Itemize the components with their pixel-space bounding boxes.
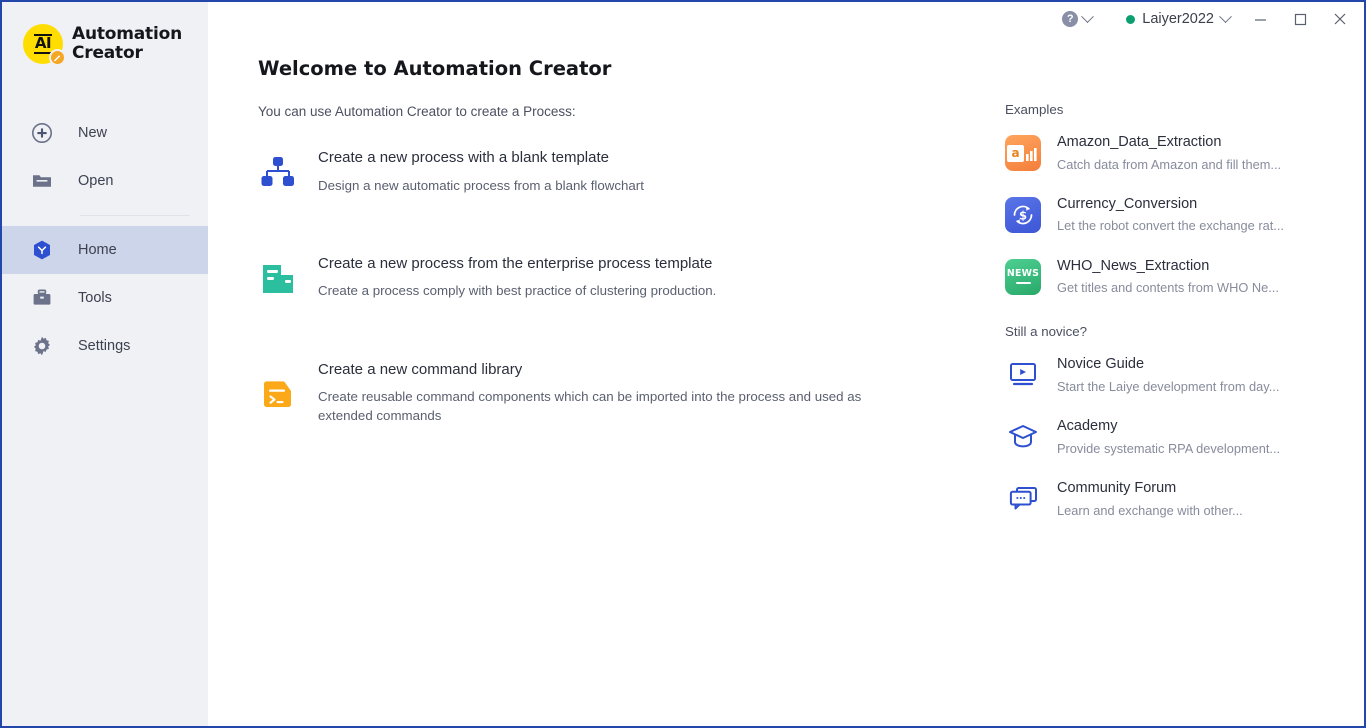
app-window: ? Laiyer2022 AI Automation Creator New O… bbox=[0, 0, 1366, 728]
plus-circle-icon bbox=[30, 121, 54, 145]
main-content: Welcome to Automation Creator You can us… bbox=[208, 2, 1364, 726]
novice-description: Learn and exchange with other... bbox=[1057, 502, 1243, 518]
examples-heading: Examples bbox=[1005, 102, 1064, 117]
page-subtitle: You can use Automation Creator to create… bbox=[258, 104, 576, 119]
sidebar-item-label: New bbox=[78, 125, 108, 141]
example-item-currency[interactable]: $ Currency_Conversion Let the robot conv… bbox=[1005, 195, 1310, 235]
example-name: Currency_Conversion bbox=[1057, 195, 1198, 212]
novice-description: Provide systematic RPA development... bbox=[1057, 440, 1281, 456]
action-description: Create a process comply with best practi… bbox=[318, 283, 717, 299]
chevron-down-icon bbox=[1219, 9, 1232, 23]
logo-mark: AI bbox=[23, 24, 66, 66]
sidebar-nav: New Open Home Tools Settings bbox=[2, 109, 208, 370]
example-description: Catch data from Amazon and fill them... bbox=[1057, 156, 1282, 172]
example-description: Let the robot convert the exchange rat..… bbox=[1057, 218, 1284, 234]
logo-ai-text: AI bbox=[33, 34, 53, 54]
example-item-who-news[interactable]: NEWS WHO_News_Extraction Get titles and … bbox=[1005, 257, 1310, 297]
online-status-dot bbox=[1126, 14, 1136, 24]
news-label: NEWS bbox=[1006, 268, 1040, 280]
brand-name: Automation Creator bbox=[72, 23, 182, 63]
examples-list: a Amazon_Data_Extraction Catch data from… bbox=[1005, 133, 1310, 296]
action-blank-template[interactable]: Create a new process with a blank templa… bbox=[258, 147, 958, 195]
chevron-down-icon bbox=[1081, 9, 1095, 23]
brand-line-1: Automation bbox=[72, 23, 182, 44]
sidebar-item-label: Home bbox=[78, 242, 117, 258]
novice-description: Start the Laiye development from day... bbox=[1057, 379, 1280, 395]
novice-name: Academy bbox=[1057, 418, 1118, 435]
sidebar-item-new[interactable]: New bbox=[2, 109, 208, 157]
amazon-icon: a bbox=[1005, 135, 1041, 171]
novice-heading: Still a novice? bbox=[1005, 324, 1088, 340]
example-description: Get titles and contents from WHO Ne... bbox=[1057, 280, 1279, 296]
pencil-icon bbox=[49, 49, 66, 66]
svg-text:$: $ bbox=[1019, 208, 1027, 222]
action-description: Create reusable command components which… bbox=[318, 389, 862, 424]
action-title: Create a new process with a blank templa… bbox=[318, 149, 609, 166]
example-name: WHO_News_Extraction bbox=[1057, 257, 1210, 274]
close-button[interactable] bbox=[1320, 3, 1360, 35]
sidebar-item-open[interactable]: Open bbox=[2, 157, 208, 205]
sidebar-item-label: Open bbox=[78, 173, 114, 189]
action-list: Create a new process with a blank templa… bbox=[258, 147, 958, 426]
action-title: Create a new process from the enterprise… bbox=[318, 254, 713, 272]
sidebar-item-label: Settings bbox=[78, 338, 131, 354]
novice-item-guide[interactable]: Novice Guide Start the Laiye development… bbox=[1005, 355, 1310, 395]
home-cube-icon bbox=[30, 238, 54, 262]
sidebar-item-home[interactable]: Home bbox=[2, 226, 208, 274]
minimize-button[interactable] bbox=[1240, 3, 1280, 35]
gear-icon bbox=[30, 334, 54, 358]
video-player-icon bbox=[1005, 357, 1041, 393]
toolbox-icon bbox=[30, 286, 54, 310]
title-bar-controls: ? Laiyer2022 bbox=[1056, 2, 1360, 36]
page-title: Welcome to Automation Creator bbox=[258, 57, 612, 80]
action-description: Design a new automatic process from a bl… bbox=[318, 177, 644, 193]
chat-bubbles-icon bbox=[1005, 481, 1041, 517]
currency-icon: $ bbox=[1005, 196, 1041, 233]
graduation-cap-icon bbox=[1005, 419, 1041, 455]
example-item-amazon[interactable]: a Amazon_Data_Extraction Catch data from… bbox=[1005, 133, 1310, 173]
novice-item-community[interactable]: Community Forum Learn and exchange with … bbox=[1005, 479, 1310, 519]
novice-list: Novice Guide Start the Laiye development… bbox=[1005, 355, 1310, 518]
help-circle-icon: ? bbox=[1062, 11, 1079, 27]
app-logo: AI Automation Creator bbox=[2, 2, 208, 66]
novice-name: Novice Guide bbox=[1057, 356, 1145, 373]
amazon-letter: a bbox=[1007, 144, 1024, 162]
action-enterprise-template[interactable]: Create a new process from the enterprise… bbox=[258, 253, 958, 301]
novice-item-academy[interactable]: Academy Provide systematic RPA developme… bbox=[1005, 417, 1310, 457]
right-panel: Examples a Amazon_Data_Extraction Catch … bbox=[1005, 102, 1310, 547]
example-name: Amazon_Data_Extraction bbox=[1057, 134, 1222, 150]
command-library-icon bbox=[258, 375, 298, 415]
brand-line-2: Creator bbox=[72, 43, 143, 63]
action-title: Create a new command library bbox=[318, 360, 523, 378]
sidebar-divider bbox=[80, 215, 190, 216]
sidebar-item-settings[interactable]: Settings bbox=[2, 322, 208, 370]
sidebar-item-tools[interactable]: Tools bbox=[2, 274, 208, 322]
user-account-menu[interactable]: Laiyer2022 bbox=[1116, 4, 1240, 34]
title-bar: ? Laiyer2022 bbox=[210, 2, 1364, 36]
novice-name: Community Forum bbox=[1057, 480, 1177, 497]
enterprise-template-icon bbox=[258, 259, 298, 299]
sidebar: AI Automation Creator New Open Home Tool… bbox=[2, 2, 208, 726]
folder-icon bbox=[30, 169, 54, 193]
news-underline bbox=[1015, 281, 1031, 285]
sidebar-item-label: Tools bbox=[78, 290, 112, 306]
flowchart-icon bbox=[258, 153, 298, 193]
help-menu-button[interactable]: ? bbox=[1056, 4, 1098, 34]
maximize-button[interactable] bbox=[1280, 3, 1320, 35]
news-icon: NEWS bbox=[1005, 258, 1041, 295]
action-command-library[interactable]: Create a new command library Create reus… bbox=[258, 359, 958, 426]
user-name-label: Laiyer2022 bbox=[1142, 11, 1214, 27]
